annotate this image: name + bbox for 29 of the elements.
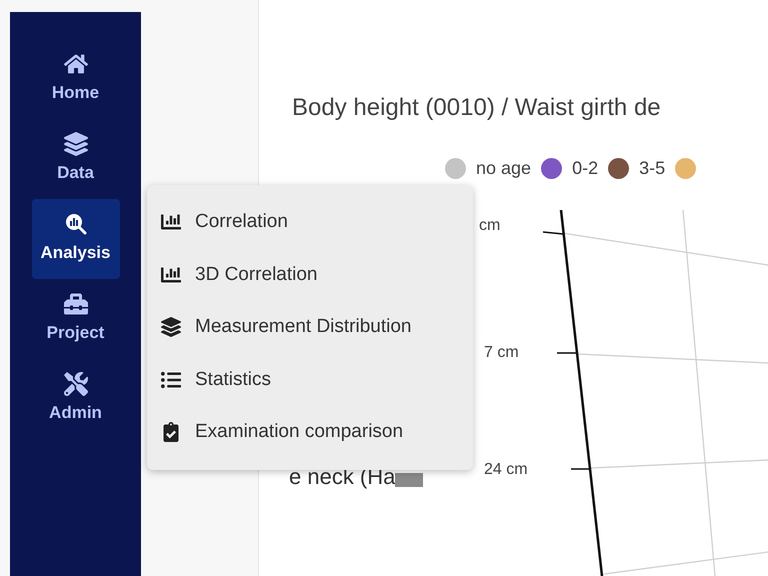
bar-chart-icon: [161, 264, 181, 285]
clipboard-check-icon: [161, 422, 181, 442]
menu-item[interactable]: Examination comparison: [147, 406, 473, 458]
home-icon: [64, 52, 88, 76]
menu-item[interactable]: Measurement Distribution: [147, 301, 473, 354]
menu-item[interactable]: Statistics: [147, 354, 473, 406]
legend-label: 0-2: [572, 157, 598, 180]
axis-title: e neck (Ha: [289, 463, 396, 491]
nav-item[interactable]: Home: [32, 39, 120, 119]
chart-search-icon: [64, 212, 88, 236]
chart-title: Body height (0010) / Waist girth de: [292, 93, 661, 123]
nav-item[interactable]: Analysis: [32, 199, 120, 279]
layers-icon: [161, 317, 181, 338]
legend-label: no age: [476, 157, 532, 180]
axis-tick-label: 7 cm: [484, 343, 519, 363]
menu-item[interactable]: Correlation: [147, 196, 473, 248]
list-icon: [161, 370, 181, 390]
bar-chart-icon: [161, 212, 181, 232]
toolbox-icon: [64, 292, 88, 316]
axis-tick-label: cm: [479, 216, 500, 236]
nav-item[interactable]: Data: [32, 119, 120, 199]
menu-item[interactable]: 3D Correlation: [147, 248, 473, 301]
nav-item[interactable]: Admin: [32, 359, 120, 439]
legend-label: 3-5: [639, 157, 666, 180]
axis-tick-label: 24 cm: [484, 460, 528, 480]
tools-icon: [64, 372, 88, 396]
layers-icon: [64, 132, 88, 156]
redaction-block: [395, 472, 424, 486]
nav-item[interactable]: Project: [32, 279, 120, 359]
